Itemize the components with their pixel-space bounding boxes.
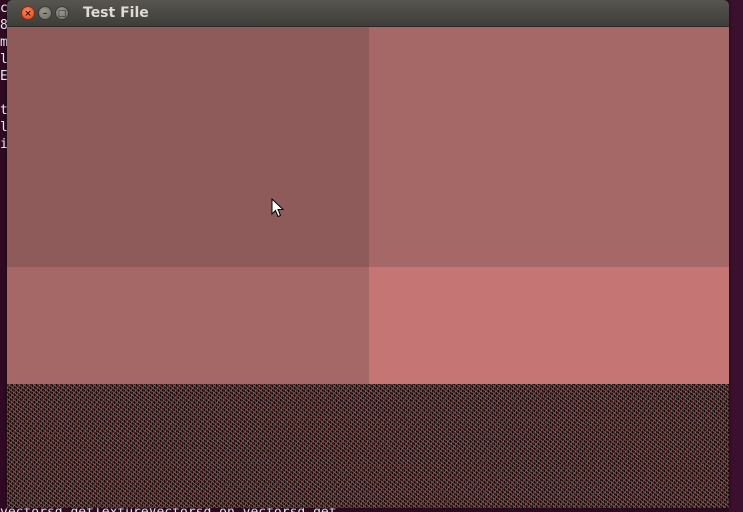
minimize-button[interactable]: – bbox=[38, 6, 52, 20]
window-titlebar[interactable]: × – □ Test File bbox=[7, 0, 729, 27]
maximize-icon: □ bbox=[57, 9, 67, 19]
terminal-right-edge bbox=[729, 0, 743, 512]
maximize-button[interactable]: □ bbox=[55, 6, 69, 20]
quadrant-bottom-left bbox=[7, 267, 369, 384]
close-button[interactable]: × bbox=[21, 6, 35, 20]
quadrant-bottom-right bbox=[369, 267, 729, 384]
desktop: c 8 m l E t l i vectorsd getTextureVecto… bbox=[0, 0, 743, 512]
noise-texture-strip bbox=[7, 384, 729, 508]
close-icon: × bbox=[24, 9, 32, 19]
render-canvas[interactable] bbox=[7, 27, 729, 508]
window-title: Test File bbox=[83, 5, 149, 21]
arrow-pointer-icon bbox=[271, 198, 285, 218]
quadrant-top-right bbox=[369, 27, 729, 267]
test-file-window[interactable]: × – □ Test File bbox=[7, 0, 729, 508]
minimize-icon: – bbox=[42, 9, 48, 19]
quadrant-top-left bbox=[7, 27, 369, 267]
